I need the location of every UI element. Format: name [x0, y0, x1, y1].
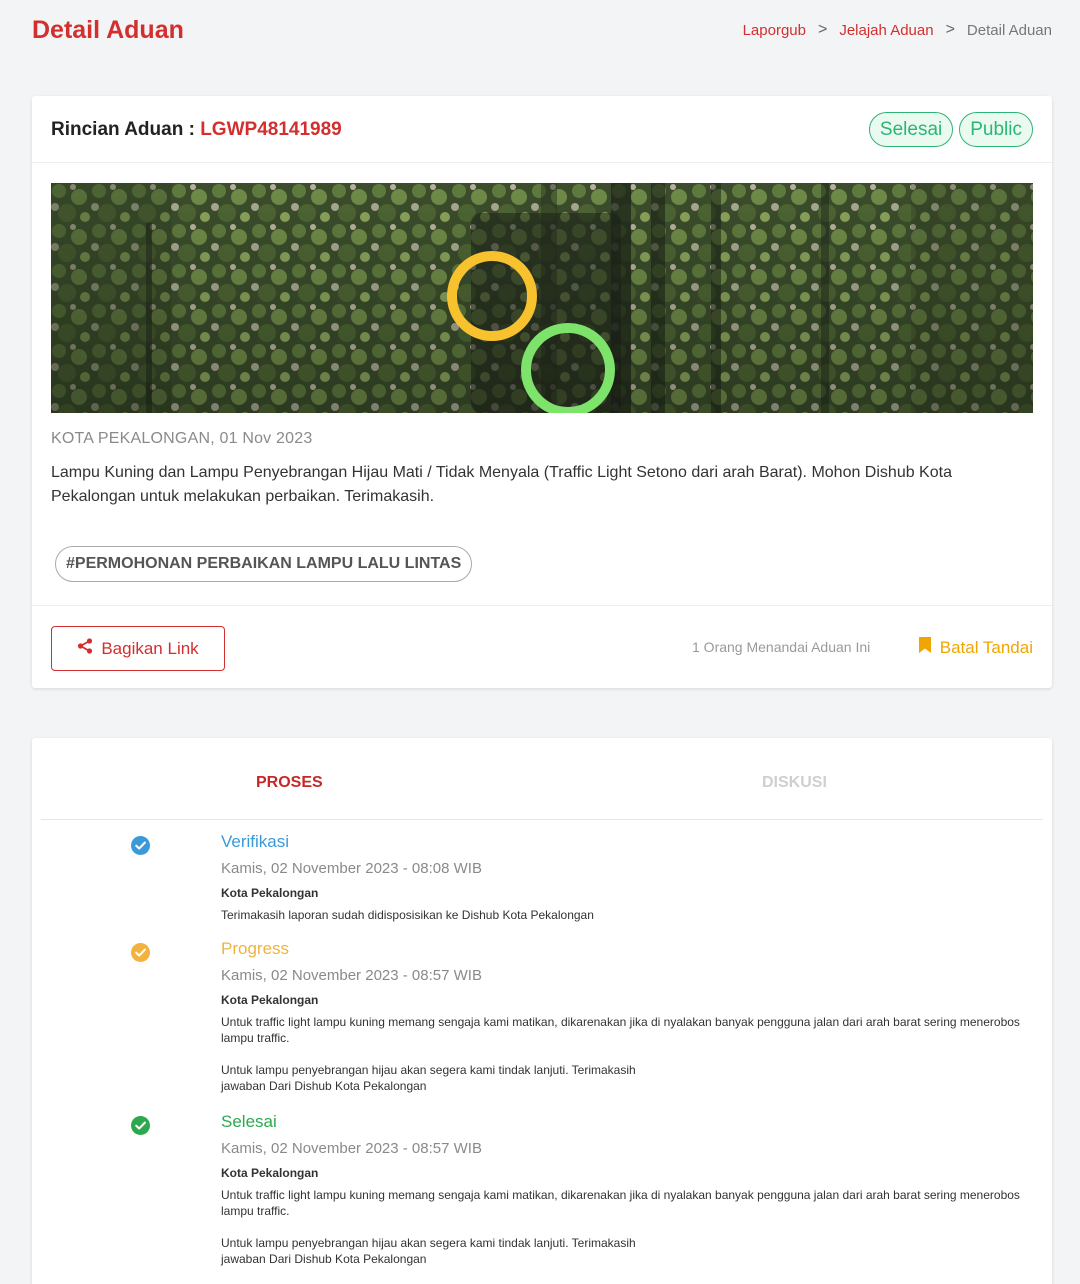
tab-bar: PROSES DISKUSI — [41, 738, 1043, 820]
timeline-org: Kota Pekalongan — [221, 886, 319, 900]
unbookmark-button[interactable]: Batal Tandai — [918, 636, 1033, 659]
timeline-message-line: Untuk lampu penyebrangan hijau akan sege… — [221, 1063, 636, 1077]
breadcrumb-separator: > — [945, 21, 955, 38]
timeline-message-signature: jawaban Dari Dishub Kota Pekalongan — [221, 1252, 427, 1266]
detail-header: Rincian Aduan : LGWP48141989 Selesai Pub… — [32, 96, 1052, 163]
share-link-label: Bagikan Link — [101, 638, 199, 658]
timeline-message-signature: jawaban Dari Dishub Kota Pekalongan — [221, 1079, 427, 1093]
timeline-date: Kamis, 02 November 2023 - 08:57 WIB — [221, 967, 482, 984]
timeline-title: Selesai — [221, 1112, 277, 1131]
timeline-date: Kamis, 02 November 2023 - 08:08 WIB — [221, 860, 482, 877]
detail-heading-label: Rincian Aduan : — [51, 119, 201, 140]
timeline-body: Selesai Kamis, 02 November 2023 - 08:57 … — [221, 1112, 1041, 1267]
share-link-button[interactable]: Bagikan Link — [51, 626, 225, 671]
visibility-badge: Public — [959, 112, 1033, 147]
timeline-message-text: Untuk traffic light lampu kuning memang … — [221, 1188, 1020, 1218]
detail-footer: Bagikan Link 1 Orang Menandai Aduan Ini … — [32, 605, 1052, 688]
timeline-message-text: Untuk lampu penyebrangan hijau akan sege… — [221, 1062, 1041, 1094]
timeline-body: Verifikasi Kamis, 02 November 2023 - 08:… — [221, 832, 1041, 923]
process-card: PROSES DISKUSI Verifikasi Kamis, 02 Nove… — [32, 738, 1052, 1284]
page-title: Detail Aduan — [32, 16, 184, 44]
timeline-message-text: Untuk traffic light lampu kuning memang … — [221, 1015, 1020, 1045]
timeline-message-text: Untuk lampu penyebrangan hijau akan sege… — [221, 1235, 1041, 1267]
bookmark-icon — [918, 636, 932, 659]
unbookmark-label: Batal Tandai — [939, 637, 1033, 657]
timeline-body: Progress Kamis, 02 November 2023 - 08:57… — [221, 939, 1041, 1094]
detail-heading: Rincian Aduan : LGWP48141989 — [51, 119, 342, 141]
timeline-date: Kamis, 02 November 2023 - 08:57 WIB — [221, 1140, 482, 1157]
status-badges: Selesai Public — [868, 112, 1033, 147]
complaint-description: Lampu Kuning dan Lampu Penyebrangan Hija… — [51, 464, 952, 505]
timeline-title: Verifikasi — [221, 832, 290, 851]
timeline-message: Untuk traffic light lampu kuning memang … — [221, 1187, 1041, 1267]
timeline-org: Kota Pekalongan — [221, 993, 319, 1007]
complaint-tag[interactable]: #PERMOHONAN PERBAIKAN LAMPU LALU LINTAS — [55, 546, 473, 582]
check-circle-icon — [131, 1116, 150, 1135]
bookmark-count: 1 Orang Menandai Aduan Ini — [692, 639, 871, 655]
breadcrumb: Laporgub > Jelajah Aduan > Detail Aduan — [743, 21, 1052, 39]
breadcrumb-explore-link[interactable]: Jelajah Aduan — [839, 22, 933, 39]
share-icon — [77, 638, 93, 659]
tab-discussion[interactable]: DISKUSI — [762, 774, 827, 792]
breadcrumb-home-link[interactable]: Laporgub — [743, 22, 806, 39]
location-date: KOTA PEKALONGAN, 01 Nov 2023 — [51, 430, 313, 447]
complaint-code: LGWP48141989 — [200, 119, 342, 140]
complaint-detail-card: Rincian Aduan : LGWP48141989 Selesai Pub… — [32, 96, 1052, 688]
tab-process[interactable]: PROSES — [256, 774, 323, 792]
check-circle-icon — [131, 836, 150, 855]
breadcrumb-separator: > — [817, 21, 828, 38]
timeline-message: Terimakasih laporan sudah didisposisikan… — [221, 907, 1041, 923]
timeline-org: Kota Pekalongan — [221, 1166, 319, 1180]
breadcrumb-current: Detail Aduan — [966, 21, 1052, 39]
check-circle-icon — [131, 943, 150, 962]
timeline-title: Progress — [221, 939, 290, 958]
top-bar: Detail Aduan Laporgub > Jelajah Aduan > … — [0, 0, 1080, 62]
timeline-message-line: Untuk lampu penyebrangan hijau akan sege… — [221, 1236, 636, 1250]
complaint-photo[interactable] — [51, 183, 1033, 413]
timeline-message-text: Terimakasih laporan sudah didisposisikan… — [221, 908, 594, 922]
status-badge: Selesai — [868, 112, 954, 147]
timeline-message: Untuk traffic light lampu kuning memang … — [221, 1014, 1041, 1094]
